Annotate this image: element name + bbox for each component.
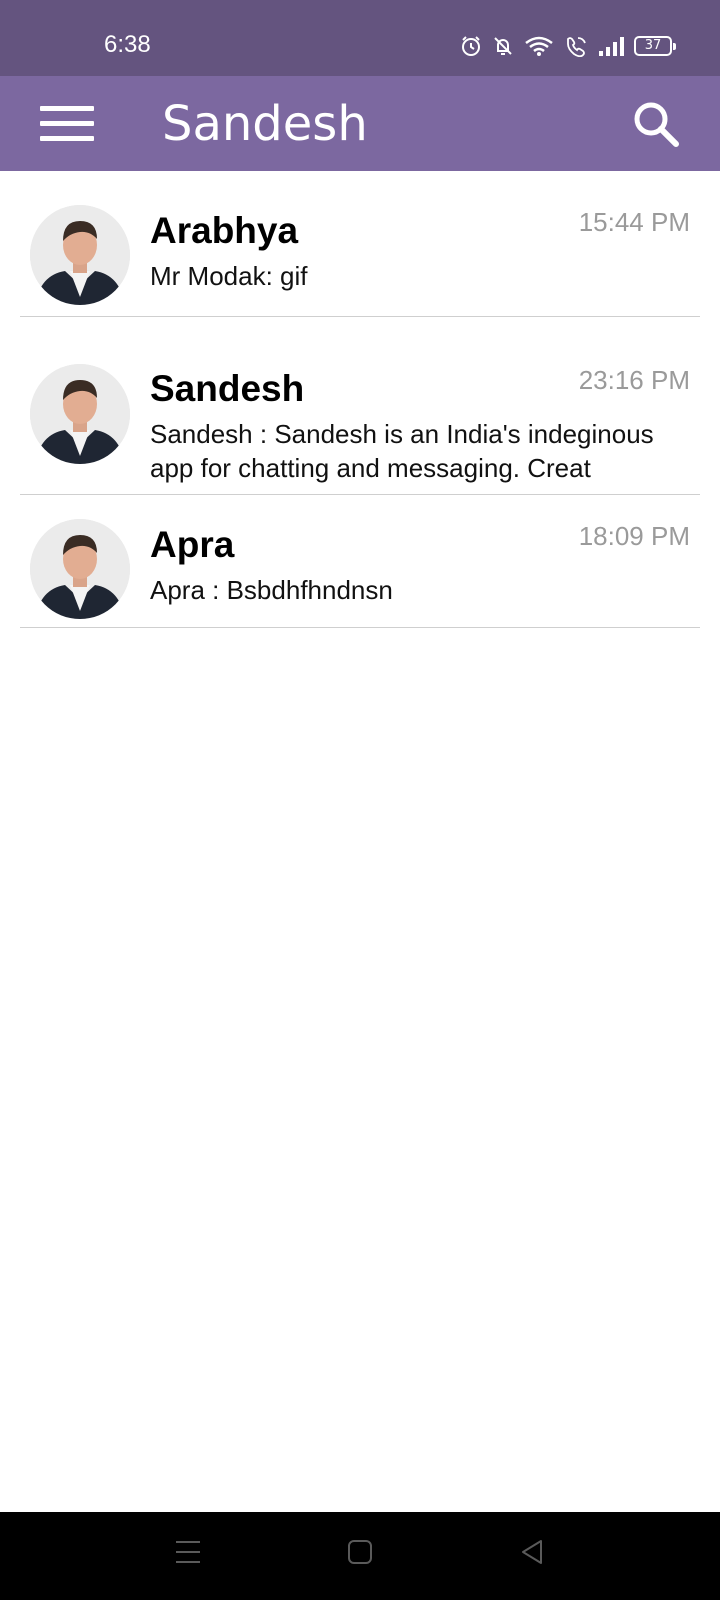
chat-time: 23:16 PM (578, 365, 690, 395)
chat-item[interactable]: Sandesh 23:16 PM Sandesh : Sandesh is an… (0, 317, 720, 495)
avatar (30, 364, 130, 464)
alarm-icon (462, 36, 480, 56)
wifi-icon (525, 36, 553, 56)
back-icon[interactable] (518, 1538, 546, 1566)
nav-bar (0, 1512, 720, 1600)
hamburger-menu-icon[interactable] (40, 106, 94, 142)
avatar (30, 205, 130, 305)
battery-icon: 37 (634, 36, 676, 56)
avatar (30, 519, 130, 619)
avatar-image (30, 364, 130, 464)
recents-menu-icon[interactable] (174, 1538, 202, 1566)
chat-name: Apra (150, 524, 235, 565)
avatar-image (30, 519, 130, 619)
status-bar: 6:38 37 (0, 0, 720, 76)
status-icons: 37 (450, 32, 676, 60)
chat-time: 18:09 PM (578, 521, 690, 551)
chat-item[interactable]: Apra 18:09 PM Apra : Bsbdhfhndnsn (0, 495, 720, 629)
battery-level: 37 (644, 38, 662, 53)
home-icon[interactable] (346, 1538, 374, 1566)
chat-name: Sandesh (150, 368, 305, 409)
chat-preview: Mr Modak: gif (150, 261, 308, 291)
chat-time: 15:44 PM (578, 207, 690, 237)
bell-muted-icon (494, 37, 512, 55)
app-title: Sandesh (162, 96, 368, 152)
chat-preview: Apra : Bsbdhfhndnsn (150, 575, 393, 605)
chat-preview: Sandesh : Sandesh is an India's indegino… (150, 419, 654, 483)
chat-list: Arabhya 15:44 PM Mr Modak: gif Sandesh 2… (0, 171, 720, 629)
search-icon[interactable] (632, 100, 680, 148)
chat-name: Arabhya (150, 210, 299, 251)
status-time: 6:38 (104, 31, 151, 58)
signal-icon (599, 37, 624, 56)
divider (20, 627, 700, 628)
chat-item[interactable]: Arabhya 15:44 PM Mr Modak: gif (0, 171, 720, 317)
wifi-call-icon (567, 37, 586, 57)
app-bar: Sandesh (0, 76, 720, 171)
avatar-image (30, 205, 130, 305)
